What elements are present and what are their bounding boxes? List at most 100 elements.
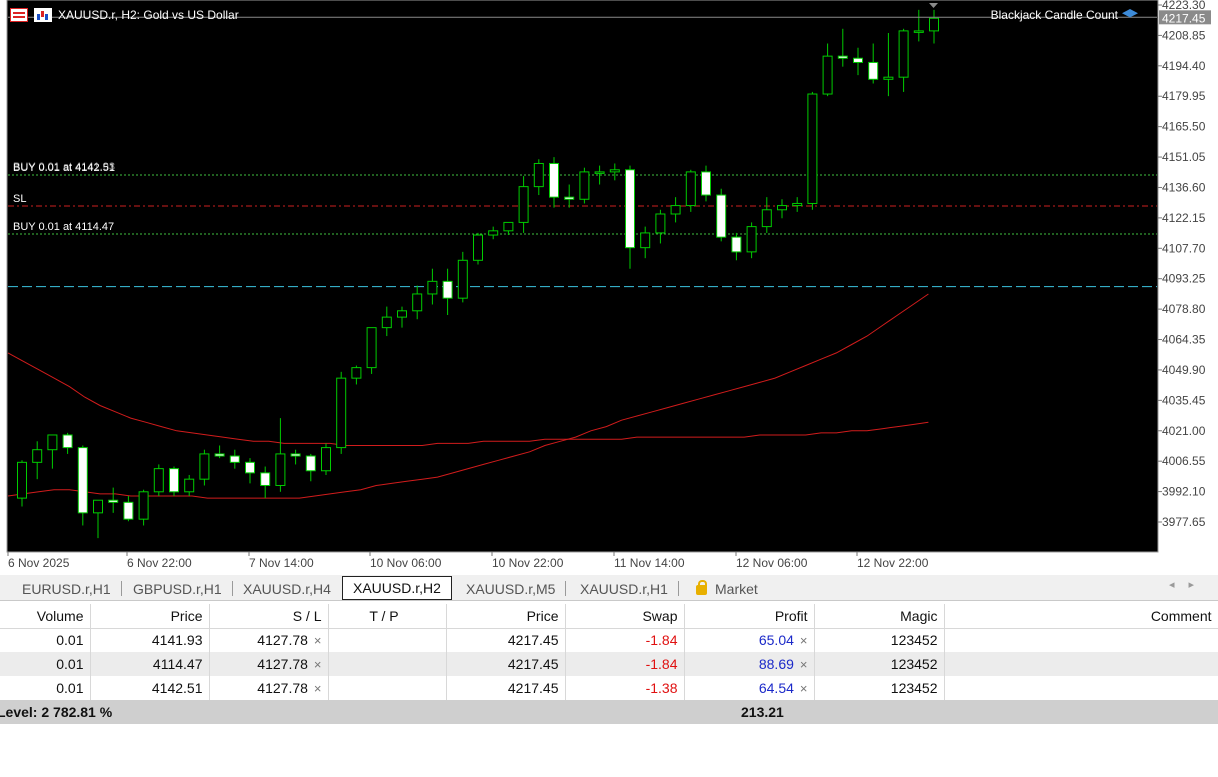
- bull-candle: [898, 30, 909, 78]
- price-tick-label: 4151.05: [1162, 150, 1206, 164]
- table-row[interactable]: 0.01 4114.47 4127.78 × 4217.45 -1.84 88.6…: [0, 652, 1218, 676]
- cell-current-price: 4217.45: [446, 652, 566, 676]
- tab-xauusd-m5[interactable]: XAUUSD.r,M5: [456, 578, 567, 600]
- price-tick-label: 4093.25: [1162, 272, 1206, 286]
- price-tick-label: 3992.10: [1162, 485, 1206, 499]
- remove-sl-icon[interactable]: ×: [314, 633, 322, 648]
- margin-level-text: Level: 2 782.81 %: [0, 704, 113, 720]
- bull-candle: [913, 30, 924, 33]
- cell-swap: -1.84: [565, 652, 685, 676]
- bear-candle: [442, 280, 453, 299]
- scroll-right-icon[interactable]: ▸: [1188, 579, 1208, 591]
- tab-xauusd-h2[interactable]: XAUUSD.r,H2: [342, 576, 452, 600]
- price-tick-label: 4194.40: [1162, 59, 1206, 73]
- table-row[interactable]: 0.01 4142.51 4127.78 × 4217.45 -1.38 64.5…: [0, 676, 1218, 700]
- bull-candle: [807, 93, 818, 204]
- cell-profit: 65.04 ×: [684, 628, 815, 652]
- bear-candle: [868, 61, 879, 80]
- cell-swap: -1.84: [565, 628, 685, 652]
- tab-market[interactable]: Market: [686, 578, 768, 600]
- bear-candle: [229, 455, 240, 463]
- bear-candle: [564, 196, 575, 200]
- col-price[interactable]: Price: [90, 604, 210, 629]
- price-tick-label: 4136.60: [1162, 180, 1206, 194]
- bull-candle: [366, 327, 377, 369]
- cell-sl[interactable]: 4127.78 ×: [209, 628, 329, 652]
- cell-tp[interactable]: [328, 628, 447, 652]
- bull-candle: [138, 491, 149, 520]
- tab-xauusd-h4[interactable]: XAUUSD.r,H4: [233, 578, 341, 600]
- bear-candle: [731, 236, 742, 253]
- tab-xauusd-h1[interactable]: XAUUSD.r,H1: [570, 578, 679, 600]
- col-tp[interactable]: T / P: [328, 604, 447, 629]
- col-swap[interactable]: Swap: [565, 604, 685, 629]
- time-tick-label: 12 Nov 22:00: [857, 556, 929, 570]
- scroll-left-icon[interactable]: ◂: [1169, 579, 1189, 591]
- bull-candle: [473, 234, 483, 261]
- bear-candle: [123, 501, 134, 520]
- close-position-icon[interactable]: ×: [800, 633, 808, 648]
- cell-current-price: 4217.45: [446, 676, 566, 700]
- remove-sl-icon[interactable]: ×: [314, 681, 322, 696]
- tab-label: XAUUSD.r,H4: [243, 581, 331, 597]
- total-profit: 213.21: [741, 704, 784, 720]
- tab-scroll-arrows[interactable]: ◂▸: [1169, 578, 1208, 591]
- bull-candle: [351, 367, 362, 379]
- tab-gbpusd-h1[interactable]: GBPUSD.r,H1: [123, 578, 233, 600]
- cell-profit: 64.54 ×: [684, 676, 815, 700]
- table-header-row: Volume Price S / L T / P Price Swap Prof…: [0, 604, 1218, 629]
- bull-candle: [746, 226, 757, 253]
- bull-candle: [594, 171, 605, 174]
- tab-label: XAUUSD.r,M5: [466, 581, 556, 597]
- chart-type-icon[interactable]: [34, 8, 52, 22]
- bull-candle: [929, 17, 939, 32]
- col-volume[interactable]: Volume: [0, 604, 91, 629]
- chart-symbol-title: XAUUSD.r, H2: Gold vs US Dollar: [58, 8, 239, 22]
- close-position-icon[interactable]: ×: [800, 657, 808, 672]
- bear-candle: [245, 461, 255, 474]
- cell-tp[interactable]: [328, 652, 447, 676]
- graduation-cap-icon: [1122, 9, 1138, 18]
- bull-candle: [412, 293, 423, 312]
- indicator-label[interactable]: Blackjack Candle Count: [991, 8, 1138, 22]
- table-row[interactable]: 0.01 4141.93 4127.78 × 4217.45 -1.84 65.0…: [0, 628, 1218, 652]
- tab-label: XAUUSD.r,H1: [580, 581, 668, 597]
- price-tick-label: 4223.30: [1162, 0, 1206, 12]
- cell-tp[interactable]: [328, 676, 447, 700]
- col-current-price[interactable]: Price: [446, 604, 566, 629]
- sl-value: 4127.78: [257, 632, 308, 649]
- bull-candle: [381, 316, 392, 329]
- bull-candle: [822, 55, 833, 95]
- price-chart[interactable]: BUY 0.01 at 4142.51SLBUY 0.01 at 4114.47…: [0, 0, 1218, 575]
- tab-eurusd-h1[interactable]: EURUSD.r,H1: [12, 578, 122, 600]
- bull-candle: [670, 205, 681, 215]
- bull-candle: [47, 434, 58, 451]
- bear-candle: [290, 453, 301, 457]
- bull-candle: [761, 209, 772, 228]
- one-click-trading-icon[interactable]: [10, 8, 28, 22]
- col-sl[interactable]: S / L: [209, 604, 329, 629]
- bear-candle: [701, 171, 711, 196]
- bull-candle: [199, 453, 210, 480]
- bull-candle: [184, 478, 195, 493]
- cell-magic: 123452: [814, 652, 945, 676]
- cell-price: 4114.47: [90, 652, 210, 676]
- cell-price: 4142.51: [90, 676, 210, 700]
- bull-candle: [153, 468, 164, 493]
- close-position-icon[interactable]: ×: [800, 681, 808, 696]
- chart-header: XAUUSD.r, H2: Gold vs US Dollar: [10, 6, 239, 24]
- cell-sl[interactable]: 4127.78 ×: [209, 652, 329, 676]
- price-tick-label: 4021.00: [1162, 424, 1206, 438]
- remove-sl-icon[interactable]: ×: [314, 657, 322, 672]
- col-comment[interactable]: Comment: [944, 604, 1218, 629]
- col-profit[interactable]: Profit: [684, 604, 815, 629]
- bull-candle: [397, 310, 407, 318]
- bear-candle: [837, 55, 848, 59]
- order-line-label: BUY 0.01 at 4114.47: [13, 221, 114, 233]
- order-line-label: BUY 0.01 at 4141.93: [13, 161, 115, 173]
- chart-panel[interactable]: BUY 0.01 at 4142.51 SL BUY 0.01 at 4114.47…: [0, 0, 1218, 575]
- cell-sl[interactable]: 4127.78 ×: [209, 676, 329, 700]
- positions-table: Volume Price S / L T / P Price Swap Prof…: [0, 604, 1218, 700]
- col-magic[interactable]: Magic: [814, 604, 945, 629]
- bear-candle: [305, 455, 316, 472]
